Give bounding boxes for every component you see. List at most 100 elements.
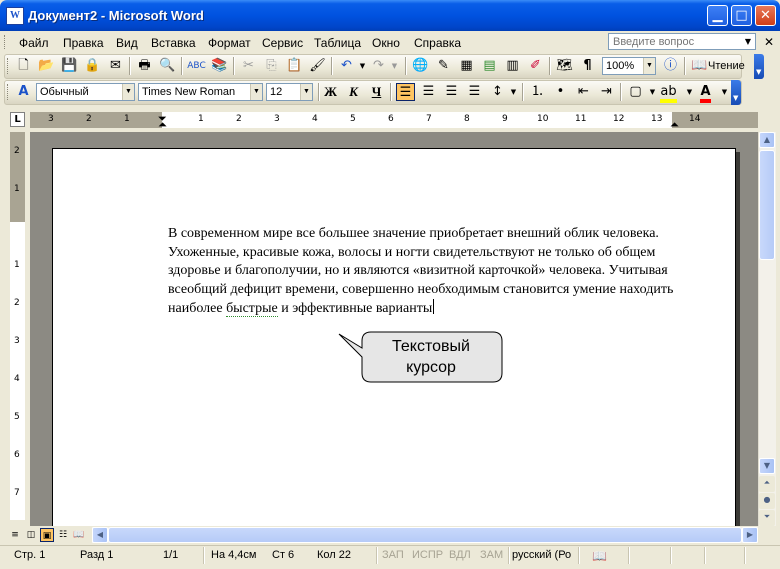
word-app-icon[interactable]: W [6,7,24,25]
align-center-icon[interactable]: ☰ [419,83,438,101]
tab-selector[interactable]: L [10,112,25,127]
menu-table[interactable]: Таблица [314,36,361,50]
bold-button[interactable]: Ж [321,83,340,101]
new-document-icon[interactable]: 🗋 [14,57,33,75]
zoom-select[interactable]: 100% ▼ [602,57,656,75]
web-layout-icon[interactable]: ◫ [24,528,38,542]
cut-icon[interactable]: ✂ [239,57,258,75]
horizontal-scroll-thumb[interactable] [108,527,742,543]
chevron-down-icon[interactable]: ▼ [742,35,754,48]
status-language[interactable]: русский (Ро [512,549,571,561]
maximize-button[interactable]: □ [731,5,752,26]
decrease-indent-icon[interactable]: ⇤ [574,83,593,101]
status-page[interactable]: Стр. 1 [14,549,45,561]
permission-icon[interactable]: 🔒 [83,57,102,75]
styles-formatting-icon[interactable]: A [14,83,33,101]
reading-layout-icon[interactable]: 📖 [72,528,86,542]
status-line[interactable]: Ст 6 [272,549,294,561]
scroll-down-button[interactable]: ▼ [759,458,775,474]
tables-borders-icon[interactable]: ✎ [434,57,453,75]
spelling-icon[interactable]: ABC [187,57,206,75]
redo-dropdown-icon[interactable]: ▼ [385,57,404,75]
status-column[interactable]: Кол 22 [317,549,351,561]
vertical-scroll-thumb[interactable] [759,150,775,260]
scroll-left-button[interactable]: ◀ [92,527,108,543]
toolbar-grip[interactable] [7,84,11,100]
toolbar-grip[interactable] [7,58,11,74]
toolbar-options-button[interactable]: ▼ [731,80,741,105]
format-painter-icon[interactable]: 🖌 [308,57,327,75]
status-overtype[interactable]: ЗАМ [480,549,503,561]
justify-icon[interactable]: ☰ [465,83,484,101]
numbering-icon[interactable]: ⒈ [528,83,547,101]
chevron-down-icon[interactable]: ▼ [300,84,312,100]
close-button[interactable]: ✕ [755,5,776,26]
menu-view[interactable]: Вид [116,36,138,50]
horizontal-ruler[interactable]: 3 2 1 ⏷ ⏶ 1 2 3 4 5 6 7 8 9 10 11 12 13 … [30,112,758,131]
menu-help[interactable]: Справка [414,36,461,50]
ask-question-box[interactable]: ▼ [608,33,756,50]
underline-button[interactable]: Ч [367,83,386,101]
outline-view-icon[interactable]: ☷ [56,528,70,542]
print-layout-icon[interactable]: ▣ [40,528,54,542]
status-section[interactable]: Разд 1 [80,549,113,561]
copy-icon[interactable]: ⎘ [262,57,281,75]
spelling-status-icon[interactable]: 📖 [592,549,607,563]
align-right-icon[interactable]: ☰ [442,83,461,101]
print-icon[interactable]: 🖶 [135,57,154,75]
email-icon[interactable]: ✉ [106,57,125,75]
align-left-icon[interactable]: ☰ [396,83,415,101]
menu-grip[interactable] [4,35,8,49]
paste-icon[interactable]: 📋 [285,57,304,75]
increase-indent-icon[interactable]: ⇥ [597,83,616,101]
chevron-down-icon[interactable]: ▼ [643,58,655,74]
status-position[interactable]: На 4,4см [211,549,256,561]
close-document-icon[interactable]: ✕ [764,35,774,49]
columns-icon[interactable]: ▥ [503,57,522,75]
next-page-button[interactable]: ⏷ [759,510,775,526]
select-browse-object-button[interactable]: ● [759,493,775,509]
horizontal-scrollbar[interactable]: ◀ ▶ [92,527,758,543]
open-folder-icon[interactable]: 📂 [37,57,56,75]
research-icon[interactable]: 📚 [210,57,229,75]
previous-page-button[interactable]: ⏶ [759,476,775,492]
minimize-button[interactable]: ▁ [707,5,728,26]
scroll-up-button[interactable]: ▲ [759,132,775,148]
italic-button[interactable]: К [344,83,363,101]
bullets-icon[interactable]: • [551,83,570,101]
help-icon[interactable]: ⓘ [661,57,680,75]
drawing-icon[interactable]: ✐ [526,57,545,75]
hanging-indent-marker[interactable]: ⏶ [158,118,167,132]
status-pages[interactable]: 1/1 [163,549,178,561]
document-body-text[interactable]: В современном мире все большее значение … [168,225,688,319]
right-indent-marker[interactable]: ⏶ [670,118,679,132]
vertical-ruler[interactable]: 2 1 1 2 3 4 5 6 7 [10,132,25,520]
menu-edit[interactable]: Правка [63,36,104,50]
scroll-right-button[interactable]: ▶ [742,527,758,543]
font-select[interactable]: Times New Roman ▼ [138,83,263,101]
ask-question-input[interactable] [609,34,745,49]
document-map-icon[interactable]: 🗺 [555,57,574,75]
font-size-select[interactable]: 12 ▼ [266,83,313,101]
font-color-icon[interactable]: A [696,83,715,103]
save-icon[interactable]: 💾 [60,57,79,75]
chevron-down-icon[interactable]: ▼ [504,83,523,101]
show-hide-icon[interactable]: ¶ [578,57,597,75]
menu-tools[interactable]: Сервис [262,36,303,50]
menu-format[interactable]: Формат [208,36,251,50]
menu-file[interactable]: Файл [19,36,49,50]
insert-table-icon[interactable]: ▦ [457,57,476,75]
status-track-changes[interactable]: ИСПР [412,549,443,561]
hyperlink-icon[interactable]: 🌐 [411,57,430,75]
chevron-down-icon[interactable]: ▼ [250,84,262,100]
insert-excel-icon[interactable]: ▤ [480,57,499,75]
read-icon[interactable]: 📖 [690,57,709,75]
spelling-squiggle-word[interactable]: быстрые [226,301,278,317]
read-button[interactable]: Чтение [708,57,745,75]
chevron-down-icon[interactable]: ▼ [122,84,134,100]
status-extend[interactable]: ВДЛ [449,549,471,561]
style-select[interactable]: Обычный ▼ [36,83,135,101]
toolbar-options-button[interactable]: ▼ [754,54,764,79]
vertical-scrollbar[interactable]: ▲ ▼ ⏶ ● ⏷ [758,132,776,526]
menu-window[interactable]: Окно [372,36,400,50]
